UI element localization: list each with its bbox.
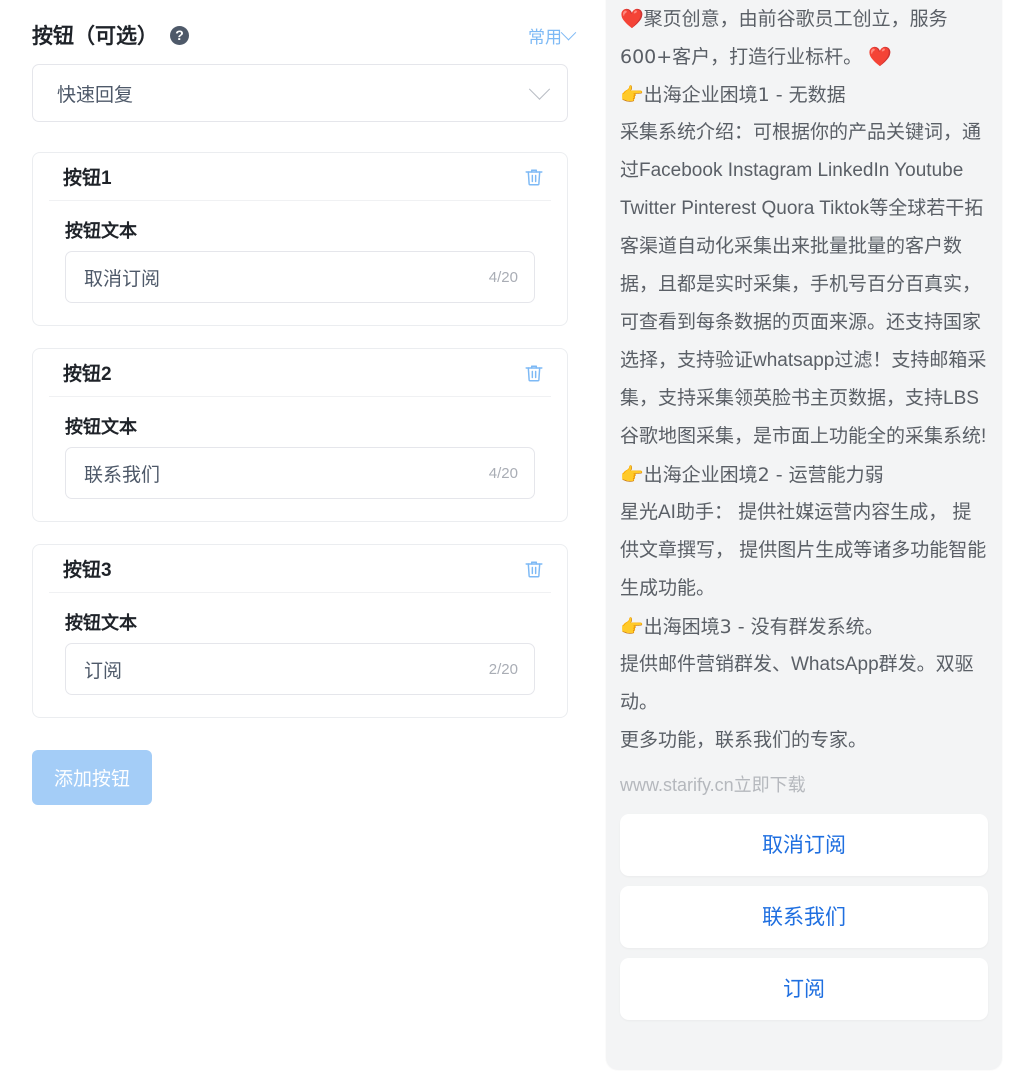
button-text-value: 取消订阅 [84, 268, 161, 290]
button-card-header: 按钮3 [49, 545, 551, 593]
message-preview-card: ❤️聚页创意，由前谷歌员工创立，服务600+客户，打造行业标杆。 ❤️ 👉出海企… [606, 0, 1002, 1070]
trash-icon[interactable] [521, 164, 547, 190]
question-mark-icon[interactable]: ? [170, 25, 189, 45]
preview-line: 更多功能，联系我们的专家。 [620, 730, 868, 751]
char-counter: 4/20 [488, 268, 518, 286]
trash-icon[interactable] [521, 360, 547, 386]
common-templates-link[interactable]: 常用 [528, 23, 577, 48]
preview-line: 星光AI助手： 提供社媒运营内容生成， 提供文章撰写， 提供图片生成等诸多功能智… [620, 502, 987, 599]
preview-line: 采集系统介绍：可根据你的产品关键词，通过Facebook Instagram L… [620, 122, 987, 447]
common-templates-label: 常用 [528, 27, 562, 47]
preview-button-subscribe[interactable]: 订阅 [620, 958, 988, 1020]
button-text-input[interactable]: 联系我们 4/20 [65, 447, 535, 499]
button-card-title: 按钮1 [63, 168, 112, 189]
button-cards-list: 按钮1 按钮文本 取消订阅 4/20 按钮2 按钮文本 联系我们 4/20 按钮… [32, 122, 568, 718]
button-text-label: 按钮文本 [65, 221, 137, 241]
preview-line: 👉出海困境3 - 没有群发系统。 [620, 616, 884, 638]
page-root: 按钮（可选） ? 常用 快速回复 按钮1 按钮文本 取消订阅 4/20 按钮2 … [0, 0, 1028, 1076]
section-header: 按钮（可选） ? 常用 [0, 0, 600, 56]
button-card: 按钮3 按钮文本 订阅 2/20 [32, 544, 568, 718]
button-card-title: 按钮2 [63, 364, 112, 385]
chevron-down-icon [528, 78, 551, 100]
preview-button-contact-us[interactable]: 联系我们 [620, 886, 988, 948]
preview-line: 提供邮件营销群发、WhatsApp群发。双驱动。 [620, 654, 974, 713]
button-editor-panel: 按钮（可选） ? 常用 快速回复 按钮1 按钮文本 取消订阅 4/20 按钮2 … [0, 0, 600, 1076]
button-card: 按钮1 按钮文本 取消订阅 4/20 [32, 152, 568, 326]
char-counter: 2/20 [488, 660, 518, 678]
button-card-header: 按钮1 [49, 153, 551, 201]
button-text-value: 订阅 [84, 660, 123, 682]
button-text-input[interactable]: 订阅 2/20 [65, 643, 535, 695]
page-title: 按钮（可选） [32, 25, 158, 48]
button-text-input[interactable]: 取消订阅 4/20 [65, 251, 535, 303]
button-text-value: 联系我们 [84, 464, 161, 486]
preview-panel-wrapper: ❤️聚页创意，由前谷歌员工创立，服务600+客户，打造行业标杆。 ❤️ 👉出海企… [600, 0, 1028, 1076]
button-card: 按钮2 按钮文本 联系我们 4/20 [32, 348, 568, 522]
preview-line: ❤️聚页创意，由前谷歌员工创立，服务600+客户，打造行业标杆。 ❤️ [620, 8, 948, 68]
char-counter: 4/20 [488, 464, 518, 482]
button-type-select[interactable]: 快速回复 [32, 64, 568, 122]
add-button-button[interactable]: 添加按钮 [32, 750, 153, 805]
preview-button-unsubscribe[interactable]: 取消订阅 [620, 814, 988, 876]
button-card-title: 按钮3 [63, 560, 112, 581]
button-text-label: 按钮文本 [65, 417, 137, 437]
preview-line: 👉出海企业困境1 - 无数据 [620, 84, 846, 106]
preview-message-body: ❤️聚页创意，由前谷歌员工创立，服务600+客户，打造行业标杆。 ❤️ 👉出海企… [620, 0, 988, 760]
trash-icon[interactable] [521, 556, 547, 582]
preview-buttons-group: 取消订阅 联系我们 订阅 [620, 814, 988, 1020]
button-card-header: 按钮2 [49, 349, 551, 397]
website-link[interactable]: www.starify.cn立即下载 [620, 770, 988, 800]
button-type-select-value: 快速回复 [57, 84, 134, 106]
chevron-down-icon [560, 24, 577, 40]
button-text-label: 按钮文本 [65, 613, 137, 633]
preview-line: 👉出海企业困境2 - 运营能力弱 [620, 464, 884, 486]
